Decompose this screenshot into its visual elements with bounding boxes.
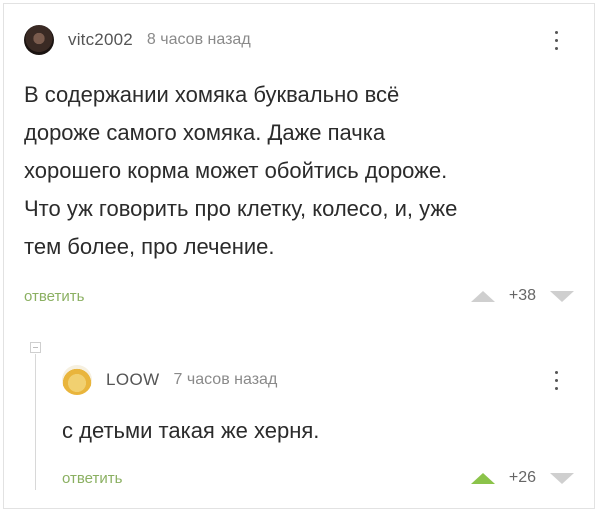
reply-link[interactable]: ответить xyxy=(24,288,84,305)
comment-text: с детьми такая же херня. xyxy=(62,418,320,443)
comment-header: vitc2002 8 часов назад xyxy=(24,22,574,58)
vote-controls: +26 xyxy=(470,469,574,487)
more-options-icon[interactable] xyxy=(552,362,560,398)
avatar[interactable] xyxy=(24,25,54,55)
timestamp[interactable]: 8 часов назад xyxy=(147,31,251,49)
comment-footer: ответить +26 xyxy=(62,466,574,490)
upvote-icon[interactable] xyxy=(470,290,495,302)
username[interactable]: vitc2002 xyxy=(68,30,133,50)
comment-score: +38 xyxy=(508,287,536,304)
more-options-icon[interactable] xyxy=(552,22,560,58)
downvote-icon[interactable] xyxy=(550,290,574,302)
comment-header: LOOW 7 часов назад xyxy=(62,362,574,398)
thread-branch xyxy=(30,342,42,490)
upvote-icon[interactable] xyxy=(470,472,495,484)
downvote-icon[interactable] xyxy=(550,472,574,484)
reply-comment: LOOW 7 часов назад с детьми такая же хер… xyxy=(62,362,574,487)
thread-line[interactable] xyxy=(35,354,36,490)
avatar[interactable] xyxy=(62,365,92,395)
vote-controls: +38 xyxy=(470,287,574,305)
comment-text: В содержании хомяка буквально всё дороже… xyxy=(24,82,458,259)
collapse-thread-icon[interactable] xyxy=(30,342,41,353)
username[interactable]: LOOW xyxy=(106,370,160,390)
comment-footer: ответить +38 xyxy=(24,284,574,308)
comment: vitc2002 8 часов назад В содержании хомя… xyxy=(24,22,574,305)
timestamp[interactable]: 7 часов назад xyxy=(174,371,278,389)
comment-score: +26 xyxy=(508,469,536,486)
reply-link[interactable]: ответить xyxy=(62,470,122,487)
